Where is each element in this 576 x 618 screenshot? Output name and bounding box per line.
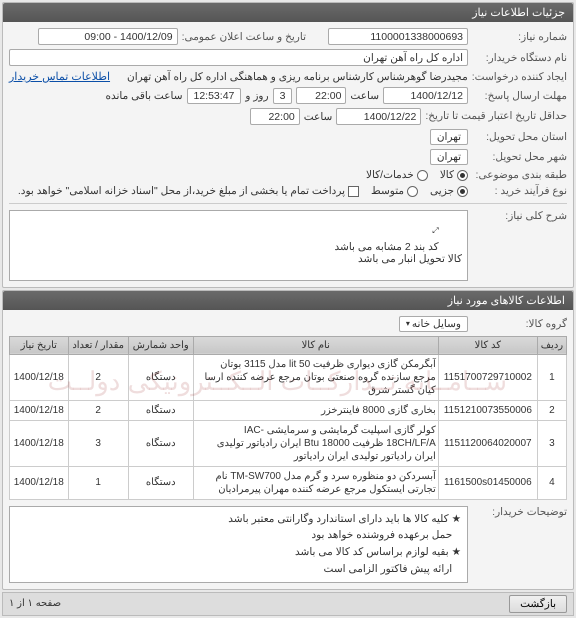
th-name[interactable]: نام کالا [193, 336, 438, 354]
buyer-org-field: اداره کل راه آهن تهران [9, 49, 468, 66]
th-qty[interactable]: مقدار / تعداد [68, 336, 128, 354]
need-info-header: جزئیات اطلاعات نیاز [3, 3, 573, 22]
cell-unit: دستگاه [128, 400, 193, 420]
pager-text: صفحه ۱ از ۱ [9, 598, 61, 609]
th-row[interactable]: ردیف [537, 336, 566, 354]
buyer-notes-box: ★ کلیه کالا ها باید دارای استاندارد وگار… [9, 506, 468, 583]
expand-icon[interactable]: ⤢ [432, 226, 438, 235]
req-city-chip: تهران [430, 129, 468, 145]
cell-qty: 3 [68, 420, 128, 466]
cell-code: 1151120064020007 [438, 420, 537, 466]
table-row[interactable]: 31151120064020007کولر گازی اسپلیت گرمایش… [10, 420, 567, 466]
footer-bar: بازگشت صفحه ۱ از ۱ [2, 592, 574, 616]
category-services-radio[interactable]: خدمات/کالا [366, 169, 428, 181]
note-line: ارائه پیش فاکتور الزامی است [16, 561, 461, 578]
group-chip[interactable]: وسایل خانه ▾ [399, 316, 468, 332]
note-line: ★ کلیه کالا ها باید دارای استاندارد وگار… [16, 511, 461, 528]
category-label: طبقه بندی موضوعی: [472, 169, 567, 181]
requester-label: ایجاد کننده درخواست: [472, 71, 567, 83]
deadline-time-field: 22:00 [296, 87, 346, 104]
buyer-notes-label: توضیحات خریدار: [472, 506, 567, 518]
del-city-label: شهر محل تحویل: [472, 151, 567, 163]
cell-name: آبسردکن دو منظوره سرد و گرم مدل TM-SW700… [193, 466, 438, 499]
table-row[interactable]: 11151700729710002آبگرمکن گازی دیواری ظرف… [10, 354, 567, 400]
table-row[interactable]: 21151210073550006بخاری گازی 8000 فاینترخ… [10, 400, 567, 420]
req-city-label: استان محل تحویل: [472, 131, 567, 143]
pt-medium-radio[interactable]: متوسط [371, 185, 418, 197]
hour-word-1: ساعت [350, 90, 379, 102]
deadline-date-field: 1400/12/12 [383, 87, 468, 104]
contact-link[interactable]: اطلاعات تماس خریدار [9, 70, 110, 83]
table-row[interactable]: 41161500s01450006آبسردکن دو منظوره سرد و… [10, 466, 567, 499]
items-panel: اطلاعات کالاهای مورد نیاز گروه کالا: وسا… [2, 290, 574, 590]
desc-textarea[interactable]: ⤢ کد بند 2 مشابه می باشد کالا تحویل انبا… [9, 210, 468, 281]
remaining-days-chip: 3 [273, 88, 293, 104]
requester-value: مجیدرضا گوهرشناس کارشناس برنامه ریزی و ه… [114, 71, 468, 83]
cell-idx: 4 [537, 466, 566, 499]
cell-idx: 2 [537, 400, 566, 420]
announce-field: 1400/12/09 - 09:00 [38, 28, 178, 45]
table-header-row: ردیف کد کالا نام کالا واحد شمارش مقدار /… [10, 336, 567, 354]
items-table: ردیف کد کالا نام کالا واحد شمارش مقدار /… [9, 336, 567, 500]
category-goods-radio[interactable]: کالا [440, 169, 468, 181]
need-number-label: شماره نیاز: [472, 31, 567, 43]
need-number-field: 1100001338000693 [328, 28, 468, 45]
need-info-panel: جزئیات اطلاعات نیاز شماره نیاز: 11000013… [2, 2, 574, 288]
note-line: حمل برعهده فروشنده خواهد بود [16, 527, 461, 544]
purchase-type-label: نوع فرآیند خرید : [472, 185, 567, 197]
note-line: ★ بقیه لوازم براساس کد کالا می باشد [16, 544, 461, 561]
remaining-suffix: ساعت باقی مانده [105, 90, 182, 102]
remaining-time-chip: 12:53:47 [187, 88, 242, 104]
announce-label: تاریخ و ساعت اعلان عمومی: [182, 31, 306, 43]
valid-label: حداقل تاریخ اعتبار قیمت تا تاریخ: [425, 110, 567, 123]
purchase-type-group: جزیی متوسط پرداخت تمام یا بخشی از مبلغ خ… [18, 185, 468, 197]
radio-dot-icon [457, 170, 468, 181]
deadline-label: مهلت ارسال پاسخ: [472, 90, 567, 102]
category-radio-group: کالا خدمات/کالا [366, 169, 468, 181]
cell-unit: دستگاه [128, 354, 193, 400]
group-label: گروه کالا: [472, 318, 567, 330]
th-date[interactable]: تاریخ نیاز [10, 336, 69, 354]
cell-idx: 1 [537, 354, 566, 400]
cell-date: 1400/12/18 [10, 466, 69, 499]
desc-label: شرح کلی نیاز: [472, 210, 567, 222]
th-unit[interactable]: واحد شمارش [128, 336, 193, 354]
need-info-body: شماره نیاز: 1100001338000693 تاریخ و ساع… [3, 22, 573, 287]
day-word: روز و [245, 90, 268, 102]
cell-name: بخاری گازی 8000 فاینترخزر [193, 400, 438, 420]
items-header: اطلاعات کالاهای مورد نیاز [3, 291, 573, 310]
del-city-chip: تهران [430, 149, 468, 165]
cell-qty: 2 [68, 400, 128, 420]
cell-idx: 3 [537, 420, 566, 466]
cell-qty: 1 [68, 466, 128, 499]
cell-date: 1400/12/18 [10, 400, 69, 420]
buyer-org-label: نام دستگاه خریدار: [472, 52, 567, 64]
cell-qty: 2 [68, 354, 128, 400]
valid-date-field: 1400/12/22 [336, 108, 421, 125]
radio-dot-icon [407, 186, 418, 197]
desc-text: کد بند 2 مشابه می باشد کالا تحویل انبار … [335, 241, 462, 265]
cell-name: آبگرمکن گازی دیواری ظرفیت 50 lit مدل 311… [193, 354, 438, 400]
cell-date: 1400/12/18 [10, 354, 69, 400]
chevron-down-icon: ▾ [406, 319, 410, 328]
back-button[interactable]: بازگشت [509, 595, 567, 613]
cell-code: 1151210073550006 [438, 400, 537, 420]
radio-dot-icon [417, 170, 428, 181]
cell-unit: دستگاه [128, 420, 193, 466]
valid-time-field: 22:00 [250, 108, 300, 125]
hour-word-2: ساعت [304, 111, 333, 123]
checkbox-icon [348, 186, 359, 197]
cell-code: 1151700729710002 [438, 354, 537, 400]
cell-name: کولر گازی اسپلیت گرمایشی و سرمایشی IAC-1… [193, 420, 438, 466]
cell-date: 1400/12/18 [10, 420, 69, 466]
items-body: گروه کالا: وسایل خانه ▾ ســامــانه تــدا… [3, 310, 573, 589]
pt-small-radio[interactable]: جزیی [430, 185, 468, 197]
radio-dot-icon [457, 186, 468, 197]
cell-unit: دستگاه [128, 466, 193, 499]
pt-note-check[interactable]: پرداخت تمام یا بخشی از مبلغ خرید،از محل … [18, 185, 359, 197]
cell-code: 1161500s01450006 [438, 466, 537, 499]
th-code[interactable]: کد کالا [438, 336, 537, 354]
